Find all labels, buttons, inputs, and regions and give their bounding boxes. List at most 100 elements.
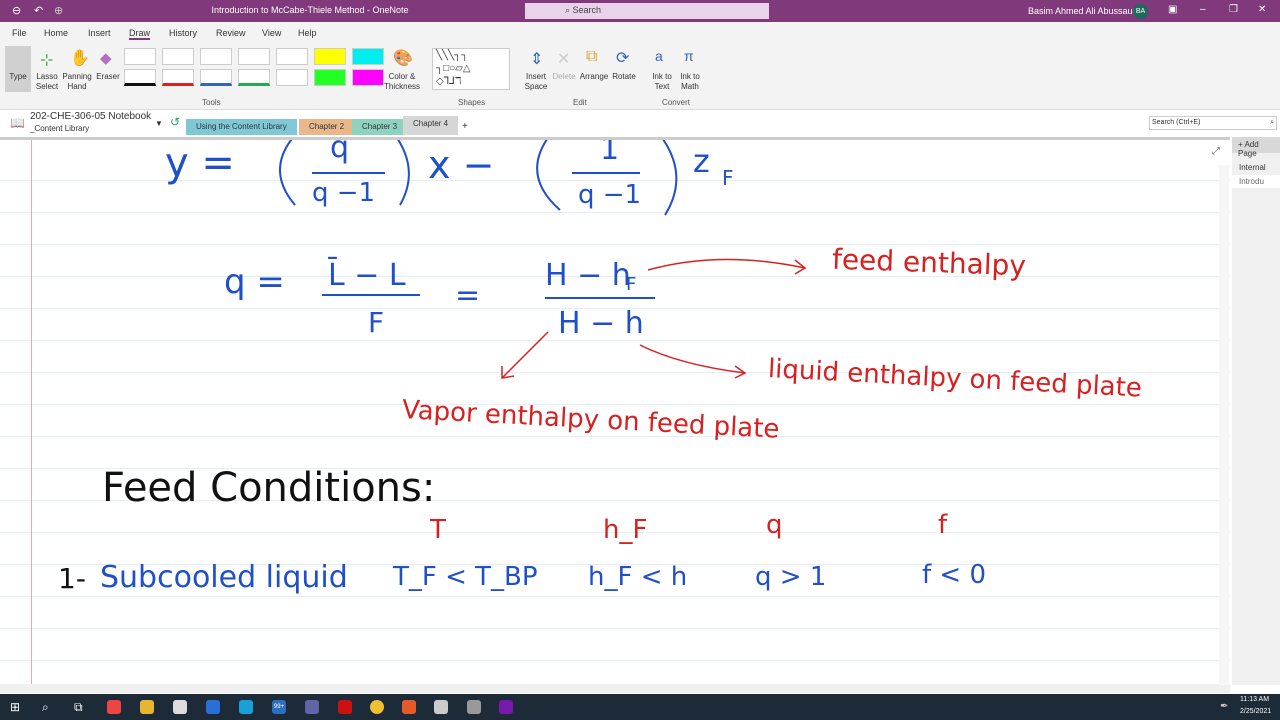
insert-space-button[interactable]: Insert Space xyxy=(522,72,550,92)
menu-home[interactable]: Home xyxy=(44,28,68,38)
notebook-icon: 📖 xyxy=(10,116,25,130)
insert-space-icon: ⇕ xyxy=(530,51,544,68)
clock-time[interactable]: 11:13 AM xyxy=(1240,696,1269,703)
notebook-search-input[interactable]: Search (Ctrl+E) ⌕ xyxy=(1149,116,1277,130)
shapes-gallery[interactable]: ╲╲╲┐┐ ┐□○▱△ ◇⅂⅃ℸ xyxy=(432,48,510,90)
row1-T: T_F < T_BP xyxy=(393,562,538,592)
arrow-feed-enthalpy xyxy=(647,258,807,275)
clock-date[interactable]: 2/25/2021 xyxy=(1240,708,1271,715)
paren-left-1 xyxy=(279,140,296,206)
pen-blue[interactable] xyxy=(200,69,232,86)
page-introduction[interactable]: Introdu xyxy=(1232,175,1280,188)
notebook-dropdown-icon[interactable]: ▼ xyxy=(155,119,163,128)
highlighter-cyan[interactable] xyxy=(352,48,384,65)
restore-icon[interactable]: ❐ xyxy=(1229,4,1238,15)
menu-draw[interactable]: Draw xyxy=(129,28,151,40)
pen-green[interactable] xyxy=(238,69,270,86)
note-canvas[interactable]: ⤢ y = q q −1 x − 1 q −1 z F q = L̄ − L F… xyxy=(0,137,1230,685)
pen-black[interactable] xyxy=(124,69,156,86)
add-section-button[interactable]: + xyxy=(462,121,468,132)
group-edit-label: Edit xyxy=(573,98,587,107)
eq1-num-q: q xyxy=(330,137,350,165)
notebook-name[interactable]: 202-CHE-306-05 Notebook xyxy=(30,111,151,122)
header-hF: h_F xyxy=(603,515,648,545)
minimize-icon[interactable]: – xyxy=(1200,4,1206,15)
type-tool-button[interactable]: Type xyxy=(5,46,31,92)
app-yellow-icon[interactable] xyxy=(370,700,384,714)
brave-icon[interactable] xyxy=(402,700,416,714)
menu-file[interactable]: File xyxy=(12,28,27,38)
eq1-den-2: q −1 xyxy=(578,180,642,210)
pen-gallery xyxy=(124,48,386,86)
edge-icon[interactable] xyxy=(239,700,253,714)
ribbon-display-icon[interactable]: ▣ xyxy=(1168,4,1177,15)
rotate-icon: ⟳ xyxy=(616,50,630,67)
lasso-select-button[interactable]: Lasso Select xyxy=(34,72,60,92)
pen-black-thin[interactable] xyxy=(124,48,156,65)
pen-gray[interactable] xyxy=(276,48,308,65)
lasso-icon: ⊹ xyxy=(40,52,54,69)
pen-red-thin[interactable] xyxy=(162,48,194,65)
horizontal-scrollbar[interactable] xyxy=(0,684,1230,693)
ink-to-math-icon: π xyxy=(684,48,694,64)
color-thickness-button[interactable]: Color & Thickness xyxy=(384,72,420,92)
menu-help[interactable]: Help xyxy=(298,28,317,38)
eq2-num-1: L̄ − L xyxy=(328,258,406,293)
ink-to-math-button[interactable]: Ink to Math xyxy=(678,72,702,92)
pen-icon[interactable]: ✒ xyxy=(1220,701,1228,712)
notepad-icon[interactable] xyxy=(434,700,448,714)
tab-chapter-4[interactable]: Chapter 4 xyxy=(403,116,459,135)
eq1-x-minus: x − xyxy=(428,143,495,187)
pen-green-thin[interactable] xyxy=(238,48,270,65)
group-shapes-label: Shapes xyxy=(458,98,486,107)
highlighter-green[interactable] xyxy=(314,69,346,86)
acrobat-icon[interactable] xyxy=(338,700,352,714)
menu-history[interactable]: History xyxy=(169,28,197,38)
sync-icon[interactable]: ↺ xyxy=(170,115,180,129)
add-page-button[interactable]: + Add Page xyxy=(1232,137,1280,158)
task-view-icon[interactable]: ⧉ xyxy=(74,700,83,715)
menu-review[interactable]: Review xyxy=(216,28,246,38)
delete-button[interactable]: Delete xyxy=(551,72,577,82)
chrome-icon[interactable] xyxy=(107,700,121,714)
teams-icon[interactable] xyxy=(305,700,319,714)
row1-name: Subcooled liquid xyxy=(100,560,348,595)
tab-chapter-2[interactable]: Chapter 2 xyxy=(299,119,355,135)
search-icon: ⌕ xyxy=(565,5,573,15)
panning-hand-button[interactable]: Panning Hand xyxy=(62,72,92,92)
highlighter-magenta[interactable] xyxy=(352,69,384,86)
highlighter-yellow[interactable] xyxy=(314,48,346,65)
start-icon[interactable]: ⊞ xyxy=(10,700,20,714)
pen-red[interactable] xyxy=(162,69,194,86)
user-name: Basim Ahmed Ali Abussaud xyxy=(1028,6,1138,16)
onenote-icon[interactable] xyxy=(499,700,513,714)
search-icon: ⌕ xyxy=(1270,119,1274,126)
paren-right-1 xyxy=(397,140,410,206)
eq2-q-equals: q = xyxy=(224,262,285,302)
eraser-button[interactable]: Eraser xyxy=(95,72,121,82)
menu-insert[interactable]: Insert xyxy=(88,28,111,38)
tab-using-content-library[interactable]: Using the Content Library xyxy=(186,119,297,135)
menu-view[interactable]: View xyxy=(262,28,281,38)
search-input[interactable]: ⌕ Search xyxy=(525,3,769,19)
app-icon[interactable] xyxy=(206,700,220,714)
vertical-scrollbar[interactable] xyxy=(1219,165,1229,685)
eq1-y-equals: y = xyxy=(165,140,235,186)
tab-chapter-3[interactable]: Chapter 3 xyxy=(352,119,408,135)
eq2-den-1: F xyxy=(368,306,385,339)
arrange-button[interactable]: Arrange xyxy=(578,72,610,82)
store-icon[interactable] xyxy=(173,700,187,714)
file-explorer-icon[interactable] xyxy=(140,700,154,714)
header-f: f xyxy=(938,510,948,540)
header-T: T xyxy=(430,515,446,545)
mail-icon[interactable]: 99+ xyxy=(272,700,286,714)
avatar[interactable]: BA xyxy=(1133,4,1148,19)
section-name[interactable]: _Content Library xyxy=(30,124,89,133)
ink-to-text-button[interactable]: Ink to Text xyxy=(650,72,674,92)
pen-gray-2[interactable] xyxy=(276,69,308,86)
pen-blue-thin[interactable] xyxy=(200,48,232,65)
rotate-button[interactable]: Rotate xyxy=(610,72,638,82)
app-gray-icon[interactable] xyxy=(467,700,481,714)
search-icon[interactable]: ⌕ xyxy=(42,700,49,715)
close-icon[interactable]: ✕ xyxy=(1258,4,1266,15)
